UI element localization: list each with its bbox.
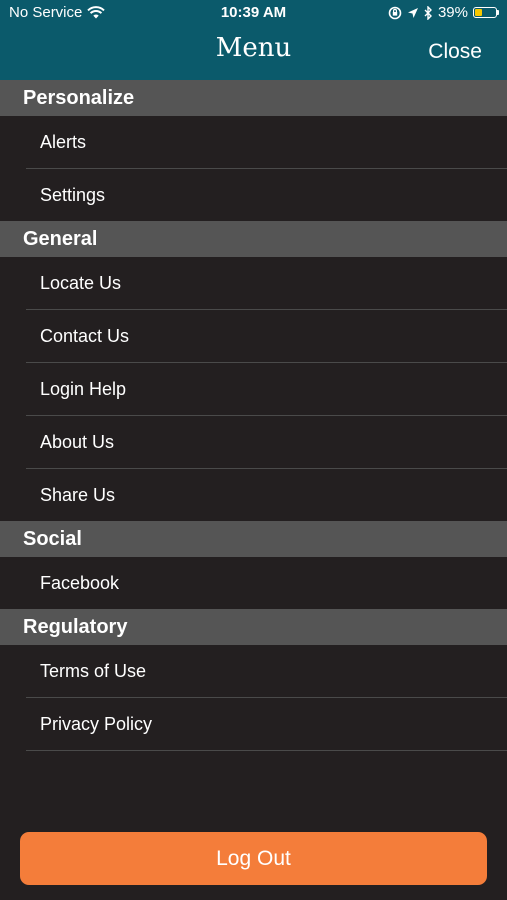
battery-body xyxy=(473,7,497,18)
menu-item-share-us[interactable]: Share Us xyxy=(26,469,507,521)
section-header-regulatory: Regulatory xyxy=(0,609,507,645)
menu-item-terms-of-use[interactable]: Terms of Use xyxy=(26,645,507,698)
battery-percent: 39% xyxy=(437,4,468,21)
location-icon xyxy=(407,7,418,18)
battery-fill xyxy=(475,9,483,16)
bluetooth-icon xyxy=(424,5,432,20)
menu-item-privacy-policy[interactable]: Privacy Policy xyxy=(26,698,507,751)
battery-tip xyxy=(497,10,499,15)
menu-item-locate-us[interactable]: Locate Us xyxy=(26,257,507,310)
menu-item-about-us[interactable]: About Us xyxy=(26,416,507,469)
battery-icon xyxy=(473,7,499,18)
menu-item-facebook[interactable]: Facebook xyxy=(26,557,507,609)
close-button[interactable]: Close xyxy=(428,40,482,64)
screen-lock-icon xyxy=(388,6,402,19)
section-header-social: Social xyxy=(0,521,507,557)
menu-item-contact-us[interactable]: Contact Us xyxy=(26,310,507,363)
status-right: 39% xyxy=(388,4,499,21)
logout-button[interactable]: Log Out xyxy=(20,832,487,885)
top-bar: No Service 10:39 AM 39% Menu Close xyxy=(0,0,507,80)
menu-item-login-help[interactable]: Login Help xyxy=(26,363,507,416)
menu-list: Personalize Alerts Settings General Loca… xyxy=(0,80,507,751)
menu-item-settings[interactable]: Settings xyxy=(26,169,507,221)
menu-item-alerts[interactable]: Alerts xyxy=(26,116,507,169)
section-header-personalize: Personalize xyxy=(0,80,507,116)
section-header-general: General xyxy=(0,221,507,257)
